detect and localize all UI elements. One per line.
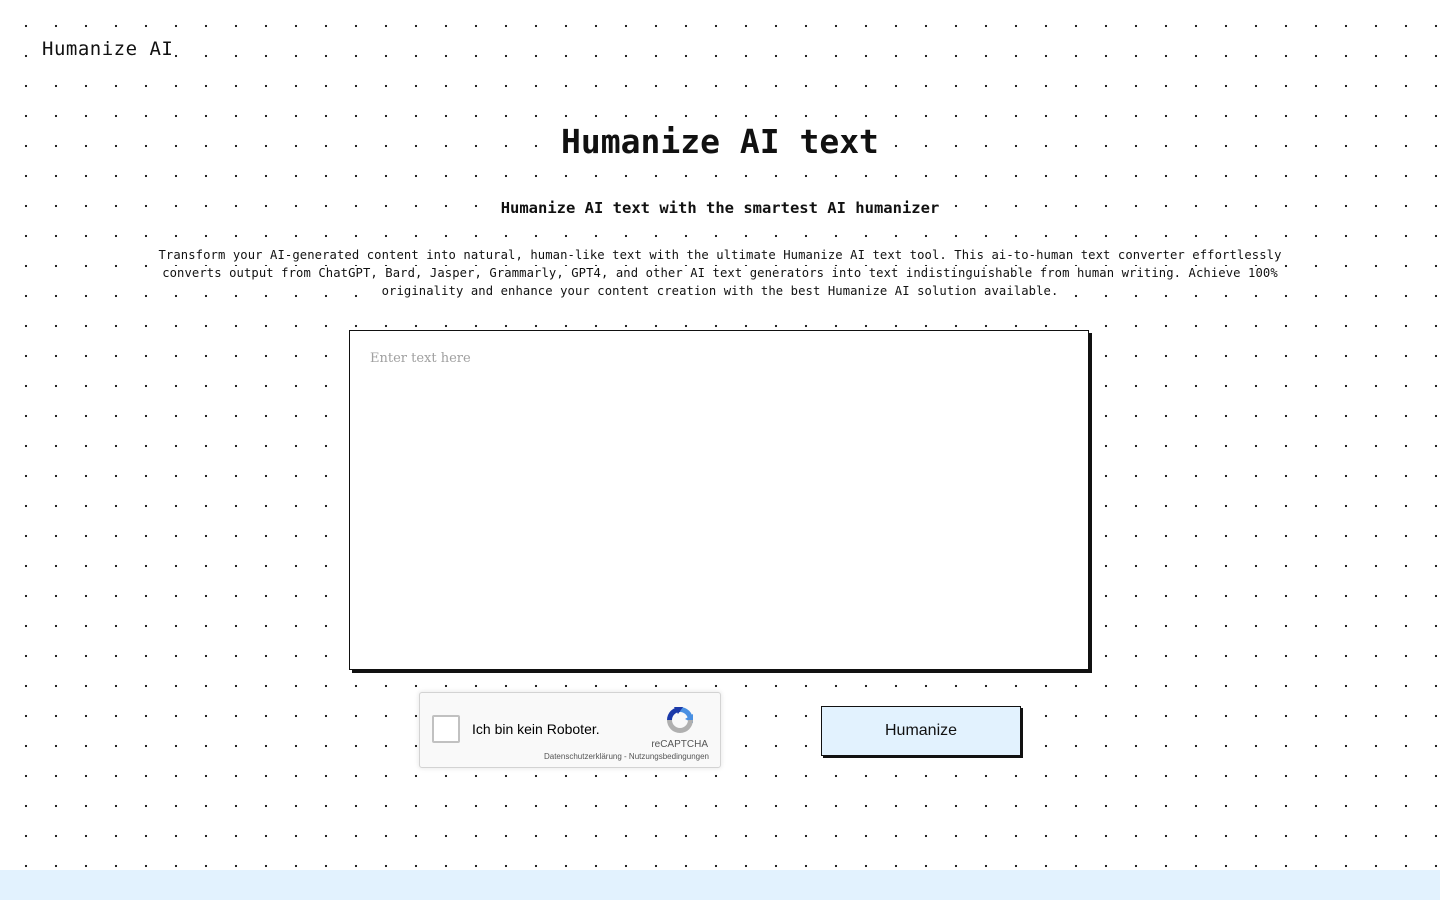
recaptcha-links-separator: - [621, 752, 629, 761]
humanize-button[interactable]: Humanize [821, 706, 1021, 756]
recaptcha-terms-link[interactable]: Nutzungsbedingungen [629, 752, 709, 761]
recaptcha-links: Datenschutzerklärung - Nutzungsbedingung… [544, 752, 709, 761]
text-input-area[interactable] [349, 330, 1089, 670]
page-subtitle: Humanize AI text with the smartest AI hu… [0, 197, 1440, 219]
page-description-text: Transform your AI-generated content into… [158, 248, 1282, 298]
recaptcha-checkbox[interactable] [432, 715, 460, 743]
recaptcha-brand: reCAPTCHA [651, 739, 708, 750]
page-subtitle-text: Humanize AI text with the smartest AI hu… [497, 199, 943, 217]
page-description: Transform your AI-generated content into… [150, 246, 1290, 300]
page-title-text: Humanize AI text [557, 122, 883, 161]
page-title: Humanize AI text [0, 120, 1440, 164]
recaptcha-logo-icon [667, 707, 693, 733]
recaptcha-privacy-link[interactable]: Datenschutzerklärung [544, 752, 622, 761]
brand-logo-link[interactable]: Humanize AI [40, 38, 176, 60]
footer-band [0, 870, 1440, 900]
recaptcha-label: Ich bin kein Roboter. [472, 721, 600, 737]
recaptcha-widget: Ich bin kein Roboter. reCAPTCHA Datensch… [419, 692, 721, 768]
